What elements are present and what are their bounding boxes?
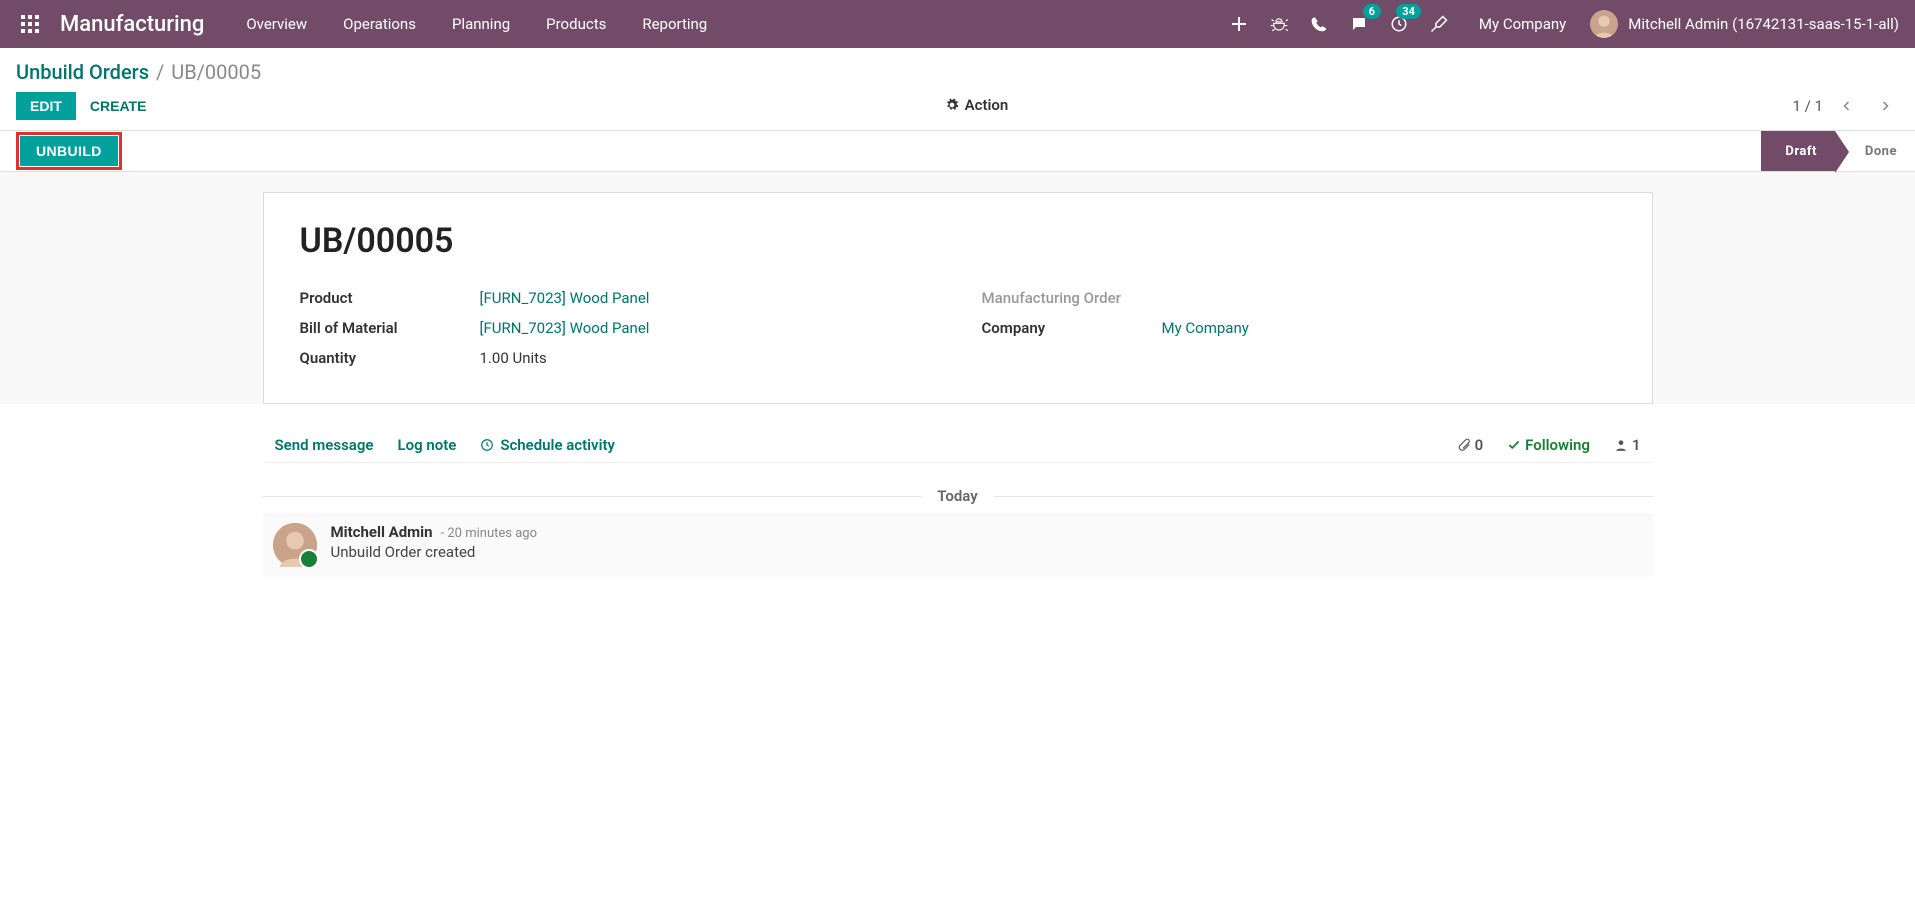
row-product: Product [FURN_7023] Wood Panel <box>300 289 934 307</box>
create-button[interactable]: Create <box>76 92 161 120</box>
nav-reporting[interactable]: Reporting <box>624 0 725 48</box>
breadcrumb: Unbuild Orders / UB/00005 <box>16 60 261 84</box>
chatter-day-label: Today <box>921 487 993 505</box>
chevron-right-icon <box>1879 100 1891 112</box>
label-bom: Bill of Material <box>300 319 480 337</box>
followers-stat[interactable]: 1 <box>1614 436 1641 454</box>
form-sheet: UB/00005 Product [FURN_7023] Wood Panel … <box>263 192 1653 404</box>
row-quantity: Quantity 1.00 Units <box>300 349 934 367</box>
highlight-annotation: Unbuild <box>16 132 122 170</box>
activities-icon[interactable]: 34 <box>1387 12 1411 36</box>
followers-count: 1 <box>1632 436 1641 454</box>
breadcrumb-current: UB/00005 <box>171 60 261 84</box>
value-company[interactable]: My Company <box>1162 319 1249 337</box>
systray: 6 34 My Company Mitchell Admin (16742131… <box>1227 10 1907 38</box>
breadcrumb-parent[interactable]: Unbuild Orders <box>16 60 149 84</box>
pager-text: 1 / 1 <box>1793 97 1824 115</box>
status-bar: Unbuild Draft Done <box>0 130 1915 172</box>
chevron-left-icon <box>1841 100 1853 112</box>
user-menu[interactable]: Mitchell Admin (16742131-saas-15-1-all) <box>1590 10 1899 38</box>
label-product: Product <box>300 289 480 307</box>
messages-badge: 6 <box>1363 4 1381 19</box>
row-mo: Manufacturing Order <box>982 289 1616 307</box>
chatter-actions: Send message Log note Schedule activity … <box>263 428 1653 463</box>
unbuild-button[interactable]: Unbuild <box>20 136 118 166</box>
value-quantity: 1.00 <box>480 349 509 367</box>
form-area: UB/00005 Product [FURN_7023] Wood Panel … <box>0 172 1915 404</box>
attachments-stat[interactable]: 0 <box>1457 436 1484 454</box>
message-body: Unbuild Order created <box>331 543 538 561</box>
message-author[interactable]: Mitchell Admin <box>331 523 433 541</box>
label-quantity: Quantity <box>300 349 480 367</box>
row-bom: Bill of Material [FURN_7023] Wood Panel <box>300 319 934 337</box>
breadcrumb-row: Unbuild Orders / UB/00005 <box>0 48 1915 88</box>
status-draft[interactable]: Draft <box>1761 131 1835 171</box>
check-icon <box>1507 438 1521 452</box>
chatter-day-separator: Today <box>263 487 1653 505</box>
pager-next[interactable] <box>1871 92 1899 120</box>
label-mo: Manufacturing Order <box>982 289 1162 307</box>
log-note-button[interactable]: Log note <box>397 436 456 454</box>
breadcrumb-sep: / <box>156 60 169 84</box>
record-title: UB/00005 <box>300 221 1616 261</box>
schedule-activity-label: Schedule activity <box>500 436 615 454</box>
tools-icon[interactable] <box>1427 12 1451 36</box>
following-button[interactable]: Following <box>1507 436 1590 454</box>
avatar-icon <box>1590 10 1618 38</box>
row-company: Company My Company <box>982 319 1616 337</box>
pager: 1 / 1 <box>1793 92 1900 120</box>
nav-planning[interactable]: Planning <box>434 0 528 48</box>
chatter-wrap: Send message Log note Schedule activity … <box>0 404 1915 577</box>
edit-button[interactable]: Edit <box>16 92 76 120</box>
person-icon <box>1614 438 1628 452</box>
messages-icon[interactable]: 6 <box>1347 12 1371 36</box>
nav-overview[interactable]: Overview <box>228 0 325 48</box>
gear-icon <box>945 98 959 112</box>
nav-menu: Overview Operations Planning Products Re… <box>228 0 725 48</box>
top-navbar: Manufacturing Overview Operations Planni… <box>0 0 1915 48</box>
paperclip-icon <box>1457 438 1471 452</box>
form-col-left: Product [FURN_7023] Wood Panel Bill of M… <box>300 289 934 367</box>
value-bom[interactable]: [FURN_7023] Wood Panel <box>480 319 650 337</box>
message: Mitchell Admin - 20 minutes ago Unbuild … <box>263 513 1653 577</box>
action-dropdown[interactable]: Action <box>945 96 1009 114</box>
pager-prev[interactable] <box>1833 92 1861 120</box>
following-label: Following <box>1525 436 1590 454</box>
nav-operations[interactable]: Operations <box>325 0 434 48</box>
attachments-count: 0 <box>1475 436 1484 454</box>
value-uom: Units <box>512 349 546 367</box>
control-panel: Edit Create Action 1 / 1 <box>0 88 1915 130</box>
message-avatar <box>273 523 317 567</box>
value-product[interactable]: [FURN_7023] Wood Panel <box>480 289 650 307</box>
activities-badge: 34 <box>1396 4 1421 19</box>
bug-icon[interactable] <box>1267 12 1291 36</box>
form-col-right: Manufacturing Order Company My Company <box>982 289 1616 367</box>
send-message-button[interactable]: Send message <box>275 436 374 454</box>
action-label: Action <box>965 96 1009 114</box>
clock-icon <box>480 438 494 452</box>
nav-products[interactable]: Products <box>528 0 624 48</box>
schedule-activity-button[interactable]: Schedule activity <box>480 436 615 454</box>
user-name: Mitchell Admin (16742131-saas-15-1-all) <box>1628 15 1899 33</box>
chatter: Send message Log note Schedule activity … <box>263 428 1653 577</box>
label-company: Company <box>982 319 1162 337</box>
message-time: - 20 minutes ago <box>441 526 537 541</box>
company-switcher[interactable]: My Company <box>1479 15 1566 33</box>
apps-icon[interactable] <box>16 10 44 38</box>
plus-icon[interactable] <box>1227 12 1251 36</box>
phone-icon[interactable] <box>1307 12 1331 36</box>
app-brand[interactable]: Manufacturing <box>60 12 204 37</box>
